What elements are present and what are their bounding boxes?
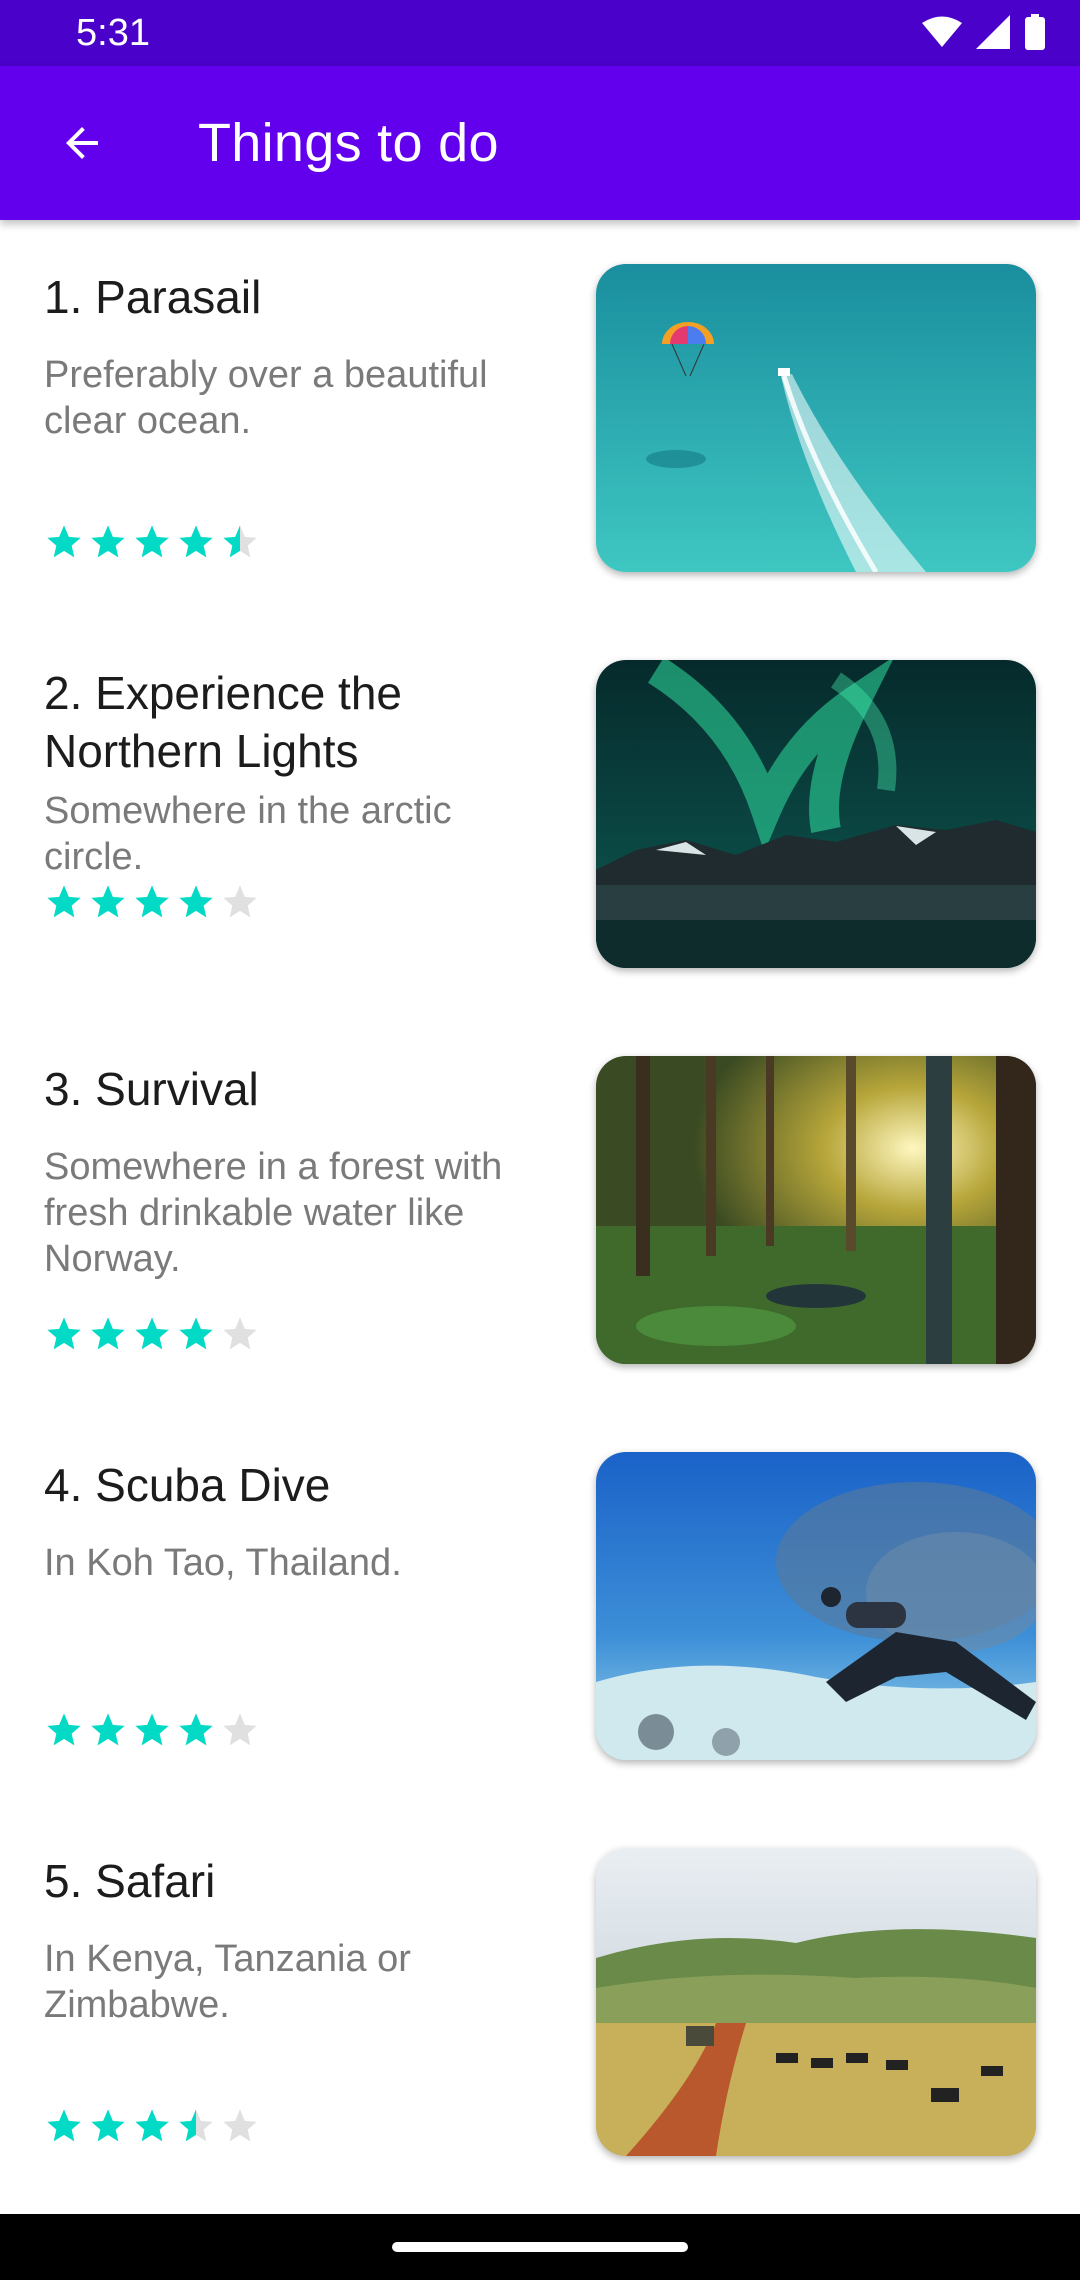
item-title: 4. Scuba Dive bbox=[44, 1459, 331, 1511]
status-time: 5:31 bbox=[76, 12, 150, 54]
star-icon bbox=[223, 1317, 257, 1350]
status-bar: 5:31 bbox=[0, 0, 1080, 66]
list-item[interactable]: 2. Experience the Northern Lights Somewh… bbox=[0, 616, 1080, 1012]
item-description: Preferably over a beautiful clear ocean. bbox=[44, 354, 488, 442]
item-title: 3. Survival bbox=[44, 1063, 259, 1115]
star-icon bbox=[91, 525, 125, 558]
star-icon bbox=[47, 525, 81, 558]
home-gesture-handle[interactable] bbox=[392, 2242, 688, 2252]
item-title: 2. Experience the Northern Lights bbox=[44, 667, 403, 777]
rating-bar bbox=[44, 882, 260, 922]
list-item[interactable]: 3. Survival Somewhere in a forest with f… bbox=[0, 1012, 1080, 1408]
star-icon bbox=[223, 525, 257, 558]
status-icons bbox=[922, 14, 1046, 50]
star-icon bbox=[179, 2109, 213, 2142]
wifi-icon bbox=[922, 16, 962, 47]
star-icon bbox=[223, 2109, 257, 2142]
star-icon bbox=[179, 1713, 213, 1746]
star-icon bbox=[91, 885, 125, 918]
page-title: Things to do bbox=[198, 113, 499, 173]
star-icon bbox=[91, 2109, 125, 2142]
star-icon bbox=[91, 1317, 125, 1350]
signal-icon bbox=[976, 15, 1010, 49]
star-icon bbox=[47, 2109, 81, 2142]
things-list: 1. Parasail Preferably over a beautiful … bbox=[0, 220, 1080, 2200]
battery-icon bbox=[1025, 14, 1045, 50]
safari-image bbox=[596, 1848, 1036, 2156]
star-icon bbox=[223, 885, 257, 918]
item-description: Somewhere in a forest with fresh drinkab… bbox=[44, 1146, 503, 1280]
star-icon bbox=[47, 1317, 81, 1350]
star-icon bbox=[47, 1713, 81, 1746]
northern-lights-image bbox=[596, 660, 1036, 968]
back-button[interactable] bbox=[42, 103, 122, 183]
item-description: Somewhere in the arctic circle. bbox=[44, 790, 452, 878]
star-icon bbox=[135, 885, 169, 918]
forest-image bbox=[596, 1056, 1036, 1364]
navigation-bar bbox=[0, 2214, 1080, 2280]
item-description: In Kenya, Tanzania or Zimbabwe. bbox=[44, 1938, 411, 2026]
star-icon bbox=[223, 1713, 257, 1746]
star-icon bbox=[179, 525, 213, 558]
rating-bar bbox=[44, 1314, 260, 1354]
list-item[interactable]: 5. Safari In Kenya, Tanzania or Zimbabwe… bbox=[0, 1804, 1080, 2200]
rating-bar bbox=[44, 522, 260, 562]
star-icon bbox=[135, 1317, 169, 1350]
star-icon bbox=[135, 525, 169, 558]
item-title: 1. Parasail bbox=[44, 271, 262, 323]
star-icon bbox=[47, 885, 81, 918]
list-item[interactable]: 4. Scuba Dive In Koh Tao, Thailand. bbox=[0, 1408, 1080, 1804]
list-item[interactable]: 1. Parasail Preferably over a beautiful … bbox=[0, 220, 1080, 616]
app-bar: Things to do bbox=[0, 66, 1080, 220]
star-icon bbox=[179, 885, 213, 918]
star-icon bbox=[135, 2109, 169, 2142]
rating-bar bbox=[44, 1710, 260, 1750]
rating-bar bbox=[44, 2106, 260, 2146]
star-icon bbox=[135, 1713, 169, 1746]
star-icon bbox=[91, 1713, 125, 1746]
arrow-back-icon bbox=[66, 127, 98, 159]
star-icon bbox=[179, 1317, 213, 1350]
item-title: 5. Safari bbox=[44, 1855, 216, 1907]
scuba-dive-image bbox=[596, 1452, 1036, 1760]
item-description: In Koh Tao, Thailand. bbox=[44, 1542, 402, 1584]
parasail-image bbox=[596, 264, 1036, 572]
